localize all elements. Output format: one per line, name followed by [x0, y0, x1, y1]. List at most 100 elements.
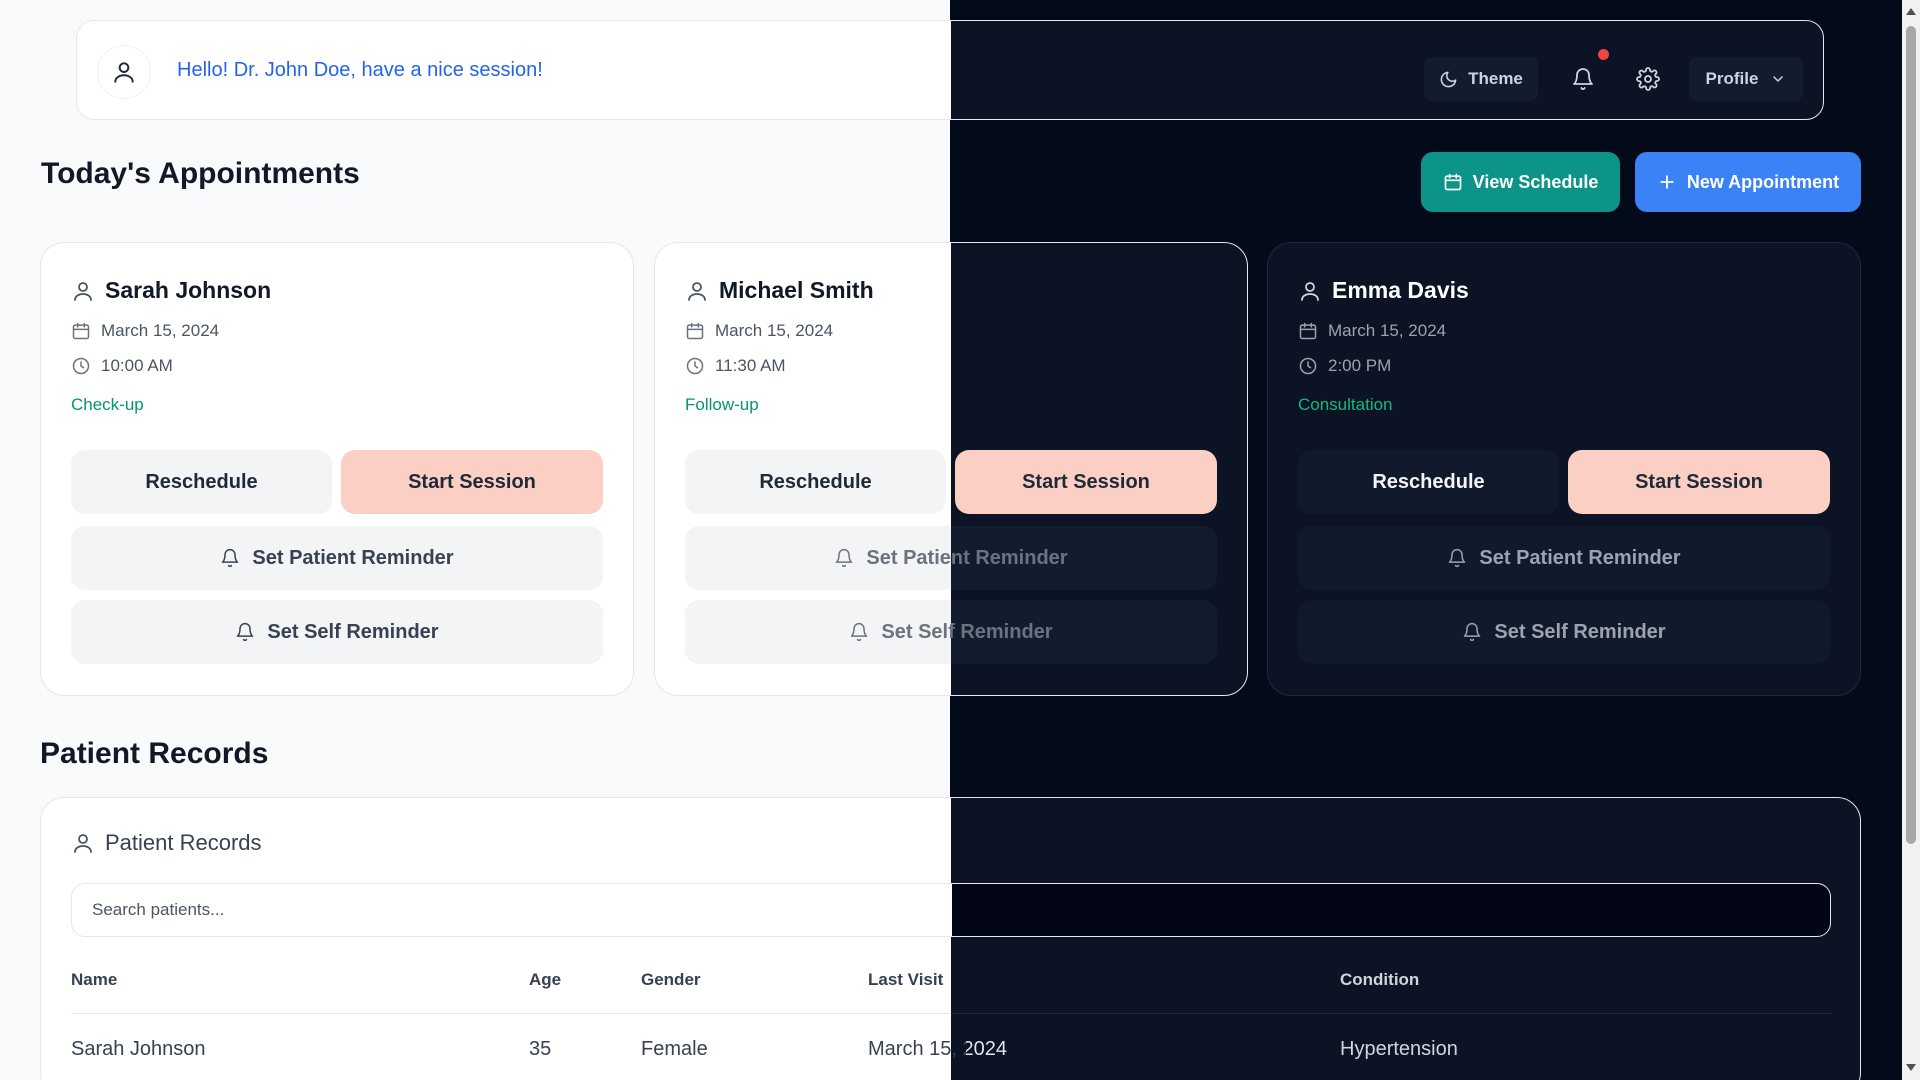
appointment-date: March 15, 2024 [101, 321, 220, 340]
appointment-date-row: March 15, 2024 [1298, 321, 1446, 341]
reschedule-label: Reschedule [1372, 470, 1485, 493]
notifications-button[interactable] [1559, 57, 1607, 101]
reschedule-button[interactable]: Reschedule [685, 450, 946, 514]
profile-menu-button[interactable]: Profile [1689, 57, 1803, 101]
appointment-type: Follow-up [685, 395, 759, 414]
set-patient-reminder-button[interactable]: Set Patient Reminder [71, 526, 603, 590]
gear-icon [1636, 67, 1660, 91]
self-reminder-label: Set Self Reminder [1494, 620, 1666, 643]
set-self-reminder-button[interactable]: Set Self Reminder [1298, 600, 1830, 664]
calendar-icon [685, 321, 705, 341]
self-reminder-label: Set Self Reminder [881, 620, 1053, 643]
user-icon [71, 831, 95, 855]
appointment-card: Emma Davis March 15, 2024 2:00 PM Consul… [1267, 242, 1861, 696]
appointment-date-row: March 15, 2024 [71, 321, 219, 341]
reschedule-button[interactable]: Reschedule [1298, 450, 1559, 514]
main-content: Hello! Dr. John Doe, have a nice session… [0, 0, 1902, 1080]
plus-icon [1657, 172, 1677, 192]
bell-icon [1447, 548, 1467, 568]
bell-icon [1462, 622, 1482, 642]
bell-icon [1571, 67, 1595, 91]
column-header-age[interactable]: Age [529, 970, 561, 990]
user-icon [71, 279, 95, 303]
records-panel-title: Patient Records [105, 830, 262, 855]
calendar-icon [1298, 321, 1318, 341]
column-header-condition[interactable]: Condition [1340, 970, 1419, 990]
appointment-time-row: 2:00 PM [1298, 356, 1391, 376]
theme-label: Theme [1468, 69, 1523, 88]
start-session-button[interactable]: Start Session [1568, 450, 1830, 514]
start-session-button[interactable]: Start Session [341, 450, 603, 514]
user-icon [111, 59, 137, 85]
appointment-date: March 15, 2024 [715, 321, 834, 340]
clock-icon [685, 356, 705, 376]
patient-name: Michael Smith [719, 277, 874, 303]
reschedule-label: Reschedule [145, 470, 258, 493]
search-input[interactable] [71, 883, 1831, 937]
cell-last-visit: March 15, 2024 [868, 1038, 1007, 1060]
bell-icon [235, 622, 255, 642]
user-icon [1298, 279, 1322, 303]
set-self-reminder-button[interactable]: Set Self Reminder [71, 600, 603, 664]
appointment-card: Michael Smith March 15, 2024 11:30 AM Fo… [654, 242, 1248, 696]
vertical-scrollbar[interactable] [1902, 0, 1920, 1080]
reschedule-button[interactable]: Reschedule [71, 450, 332, 514]
set-patient-reminder-button[interactable]: Set Patient Reminder [685, 526, 1217, 590]
records-section-title: Patient Records [40, 737, 269, 770]
appointment-time: 11:30 AM [715, 356, 786, 375]
new-appointment-button[interactable]: New Appointment [1635, 152, 1861, 212]
clock-icon [1298, 356, 1318, 376]
scroll-thumb[interactable] [1906, 26, 1916, 844]
scroll-up-arrow-icon[interactable] [1906, 8, 1916, 15]
appointment-time: 10:00 AM [101, 356, 173, 375]
patient-reminder-label: Set Patient Reminder [866, 546, 1068, 569]
start-session-button[interactable]: Start Session [955, 450, 1217, 514]
reschedule-label: Reschedule [759, 470, 872, 493]
patient-name-row: Michael Smith [685, 277, 874, 304]
appointment-type: Consultation [1298, 395, 1393, 414]
view-schedule-button[interactable]: View Schedule [1421, 152, 1620, 212]
cell-name: Sarah Johnson [71, 1038, 206, 1060]
view-schedule-label: View Schedule [1472, 171, 1599, 192]
new-appointment-label: New Appointment [1686, 171, 1840, 192]
patient-name: Sarah Johnson [105, 277, 272, 303]
bell-icon [834, 548, 854, 568]
greeting-text: Hello! Dr. John Doe, have a nice session… [177, 59, 543, 81]
page: Hello! Dr. John Doe, have a nice session… [0, 0, 1902, 1080]
start-session-label: Start Session [1022, 470, 1150, 493]
avatar[interactable] [97, 45, 151, 99]
patient-reminder-label: Set Patient Reminder [252, 546, 454, 569]
patient-reminder-label: Set Patient Reminder [1479, 546, 1681, 569]
clock-icon [71, 356, 91, 376]
moon-icon [1439, 70, 1458, 89]
settings-button[interactable] [1624, 57, 1672, 101]
appointment-time-row: 11:30 AM [685, 356, 786, 376]
notification-badge [1598, 49, 1609, 60]
set-patient-reminder-button[interactable]: Set Patient Reminder [1298, 526, 1830, 590]
scroll-down-arrow-icon[interactable] [1906, 1064, 1916, 1071]
records-panel-header: Patient Records [71, 830, 262, 856]
cell-age: 35 [529, 1038, 552, 1060]
column-header-name[interactable]: Name [71, 970, 117, 990]
calendar-icon [1443, 172, 1463, 192]
appointment-type: Check-up [71, 395, 144, 414]
start-session-label: Start Session [1635, 470, 1763, 493]
calendar-icon [71, 321, 91, 341]
bell-icon [849, 622, 869, 642]
profile-label: Profile [1705, 69, 1759, 88]
cell-gender: Female [641, 1038, 708, 1060]
appointment-card: Sarah Johnson March 15, 2024 10:00 AM Ch… [40, 242, 634, 696]
cell-condition: Hypertension [1340, 1038, 1458, 1060]
appointment-time: 2:00 PM [1328, 356, 1392, 375]
patient-name: Emma Davis [1332, 277, 1469, 303]
appointment-time-row: 10:00 AM [71, 356, 173, 376]
set-self-reminder-button[interactable]: Set Self Reminder [685, 600, 1217, 664]
column-header-last-visit[interactable]: Last Visit [868, 970, 943, 990]
bell-icon [220, 548, 240, 568]
theme-toggle-button[interactable]: Theme [1424, 57, 1538, 101]
appointments-title: Today's Appointments [41, 157, 360, 190]
column-header-gender[interactable]: Gender [641, 970, 701, 990]
table-divider [71, 1013, 1831, 1014]
appointment-date-row: March 15, 2024 [685, 321, 833, 341]
user-icon [685, 279, 709, 303]
